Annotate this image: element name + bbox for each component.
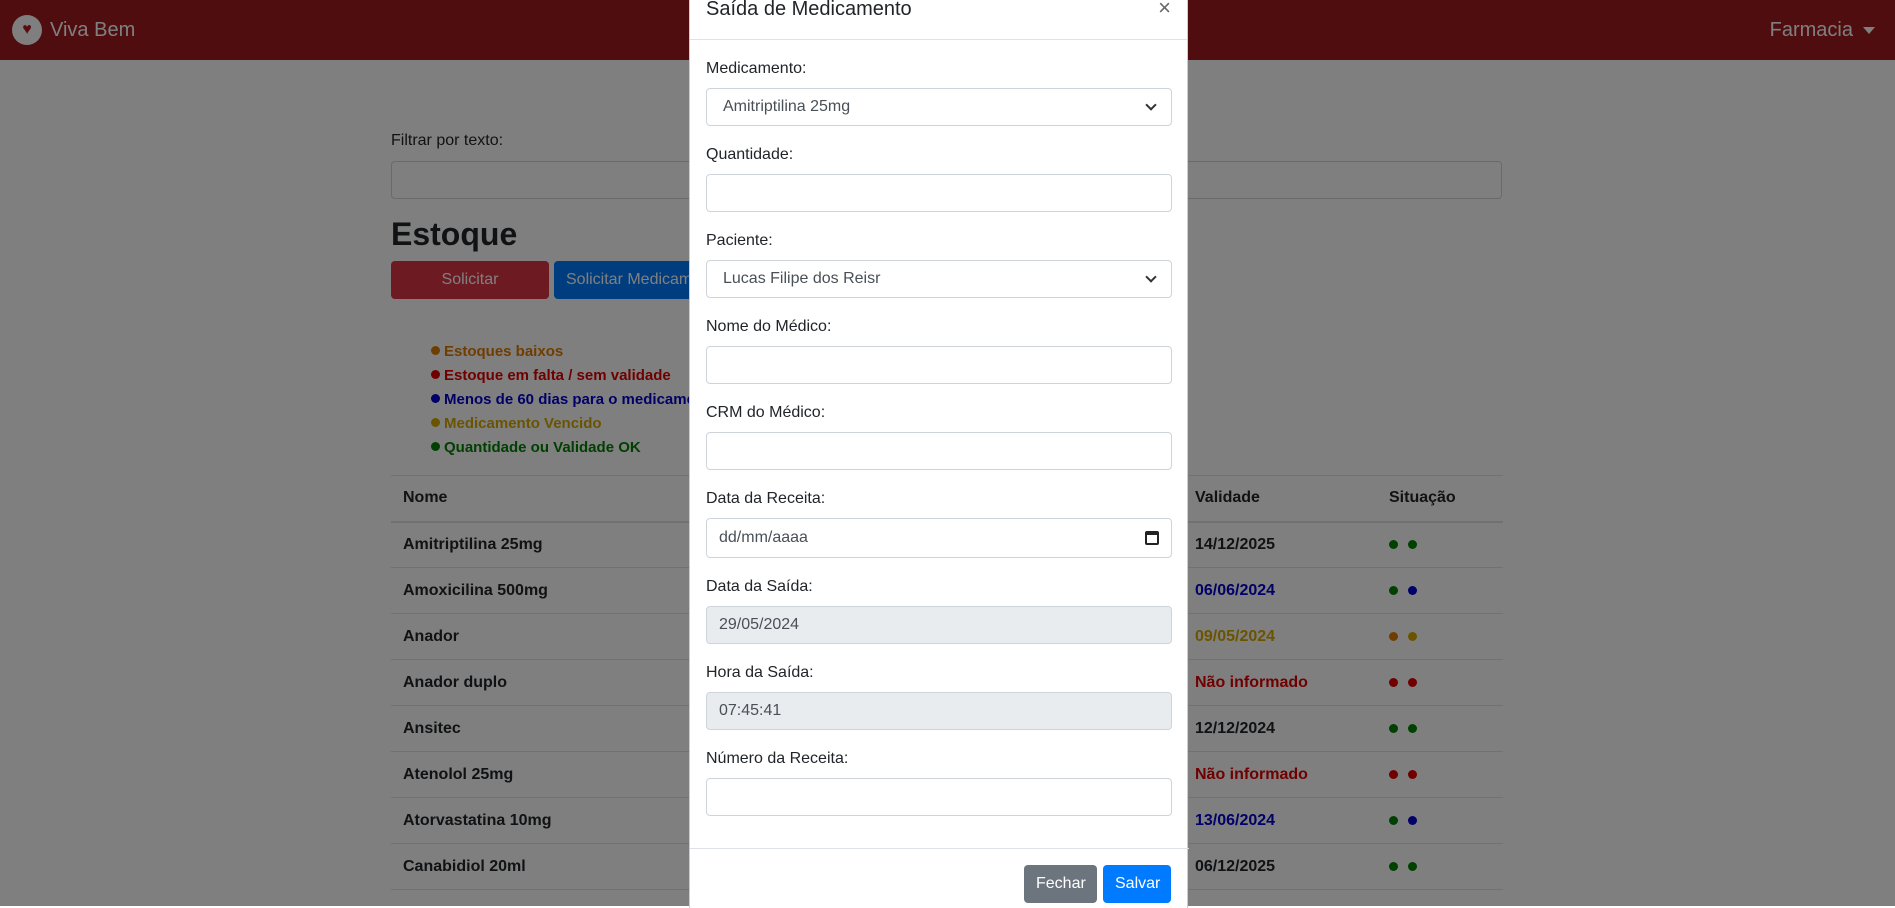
medication-select-value: Amitriptilina 25mg bbox=[723, 98, 851, 115]
medication-exit-modal: Saída de Medicamento × Medicamento: Amit… bbox=[689, 0, 1189, 908]
quantity-group: Quantidade: bbox=[706, 145, 1172, 212]
quantity-input[interactable] bbox=[706, 174, 1172, 212]
exit-date-label: Data da Saída: bbox=[706, 578, 813, 595]
prescription-date-group: Data da Receita: dd/mm/aaaa bbox=[706, 489, 1172, 558]
patient-label: Paciente: bbox=[706, 232, 773, 249]
medication-label: Medicamento: bbox=[706, 60, 807, 77]
modal-header: Saída de Medicamento × bbox=[690, 0, 1187, 40]
chevron-down-icon bbox=[1145, 99, 1157, 111]
prescription-date-placeholder: dd/mm/aaaa bbox=[719, 529, 808, 546]
exit-date-field: 29/05/2024 bbox=[706, 606, 1172, 644]
doctor-crm-label: CRM do Médico: bbox=[706, 404, 826, 421]
prescription-number-label: Número da Receita: bbox=[706, 750, 849, 767]
modal-title: Saída de Medicamento bbox=[706, 0, 912, 20]
patient-group: Paciente: Lucas Filipe dos Reisr bbox=[706, 231, 1172, 298]
doctor-name-label: Nome do Médico: bbox=[706, 318, 832, 335]
close-button[interactable]: Fechar bbox=[1024, 865, 1097, 903]
patient-select-value: Lucas Filipe dos Reisr bbox=[723, 270, 881, 287]
modal-footer: Fechar Salvar bbox=[690, 848, 1189, 908]
close-icon[interactable]: × bbox=[1158, 0, 1171, 19]
doctor-name-group: Nome do Médico: bbox=[706, 317, 1172, 384]
patient-select[interactable]: Lucas Filipe dos Reisr bbox=[706, 260, 1172, 298]
exit-time-label: Hora da Saída: bbox=[706, 664, 814, 681]
medication-group: Medicamento: Amitriptilina 25mg bbox=[706, 59, 1172, 126]
medication-select[interactable]: Amitriptilina 25mg bbox=[706, 88, 1172, 126]
prescription-date-input[interactable]: dd/mm/aaaa bbox=[706, 518, 1172, 558]
prescription-date-label: Data da Receita: bbox=[706, 490, 826, 507]
save-button[interactable]: Salvar bbox=[1103, 865, 1171, 903]
doctor-name-input[interactable] bbox=[706, 346, 1172, 384]
exit-date-group: Data da Saída: 29/05/2024 bbox=[706, 577, 1172, 644]
exit-time-field: 07:45:41 bbox=[706, 692, 1172, 730]
doctor-crm-group: CRM do Médico: bbox=[706, 403, 1172, 470]
doctor-crm-input[interactable] bbox=[706, 432, 1172, 470]
exit-time-group: Hora da Saída: 07:45:41 bbox=[706, 663, 1172, 730]
calendar-icon[interactable] bbox=[1145, 531, 1159, 545]
prescription-number-input[interactable] bbox=[706, 778, 1172, 816]
prescription-number-group: Número da Receita: bbox=[706, 749, 1172, 816]
chevron-down-icon bbox=[1145, 271, 1157, 283]
quantity-label: Quantidade: bbox=[706, 146, 794, 163]
